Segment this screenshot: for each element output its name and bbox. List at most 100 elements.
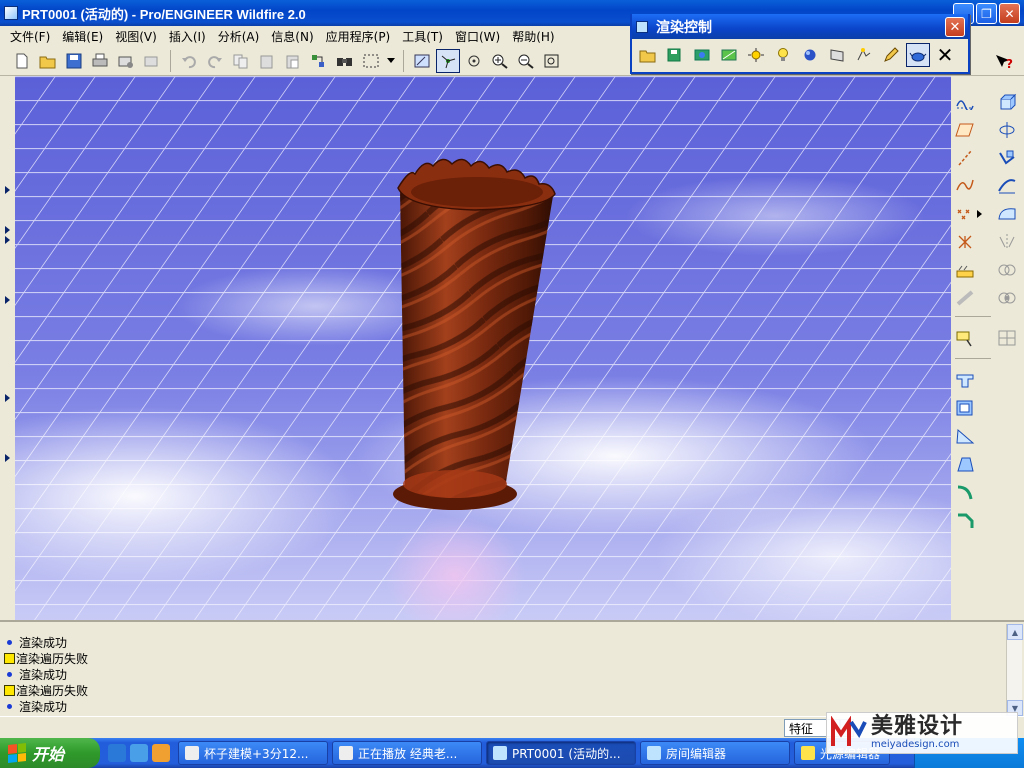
desktop-icon[interactable]	[130, 744, 148, 762]
chamfer-icon[interactable]	[953, 508, 977, 532]
undo-icon[interactable]	[177, 49, 201, 73]
restore-button[interactable]: ❐	[976, 3, 997, 24]
pencil-icon[interactable]	[879, 43, 903, 67]
render-teapot-icon[interactable]	[906, 43, 930, 67]
datum-point-icon[interactable]	[953, 202, 977, 226]
model-viewport[interactable]	[15, 76, 951, 620]
send-link-icon[interactable]	[140, 49, 164, 73]
spin-center-icon[interactable]	[436, 48, 460, 73]
message-row: 渲染成功	[4, 634, 88, 650]
window-icon	[636, 20, 648, 33]
decal-icon[interactable]	[825, 43, 849, 67]
bulb-icon[interactable]	[771, 43, 795, 67]
media-icon[interactable]	[152, 744, 170, 762]
redo-icon[interactable]	[203, 49, 227, 73]
taskbar-item[interactable]: 正在播放 经典老...	[332, 741, 482, 765]
right-feature-toolbar	[951, 76, 1024, 620]
toolbar-separator	[170, 49, 171, 72]
coordinate-system-icon[interactable]	[953, 230, 977, 254]
menu-insert[interactable]: 插入(I)	[163, 28, 212, 45]
message-row: 渲染成功	[4, 666, 88, 682]
intersect-icon[interactable]	[995, 286, 1019, 310]
render-control-window: 渲染控制 ✕ ✕	[630, 14, 970, 74]
save-scene-icon[interactable]	[663, 43, 687, 67]
copy-icon[interactable]	[229, 49, 253, 73]
message-row: 渲染成功	[4, 698, 88, 714]
save-icon[interactable]	[62, 49, 86, 73]
round-icon[interactable]	[953, 480, 977, 504]
quick-launch	[108, 744, 170, 762]
menu-info[interactable]: 信息(N)	[265, 28, 319, 45]
context-help-icon[interactable]: ?	[992, 50, 1016, 74]
select-box-icon[interactable]	[359, 49, 383, 73]
annotation-icon[interactable]	[953, 326, 977, 350]
revolve-icon[interactable]	[995, 118, 1019, 142]
sketch-curve-icon[interactable]	[953, 90, 977, 114]
windows-logo-icon	[8, 743, 26, 763]
extrude-icon[interactable]	[995, 90, 1019, 114]
sweep-icon[interactable]	[995, 146, 1019, 170]
trim-icon[interactable]	[953, 286, 977, 310]
refit-icon[interactable]	[540, 49, 564, 73]
menu-analysis[interactable]: 分析(A)	[212, 28, 266, 45]
mirror-icon[interactable]	[995, 230, 1019, 254]
brand-name: 美雅设计	[871, 714, 964, 739]
analysis-feature-icon[interactable]	[953, 258, 977, 282]
menu-view[interactable]: 视图(V)	[109, 28, 163, 45]
open-folder-icon[interactable]	[36, 49, 60, 73]
orient-mode-icon[interactable]	[462, 49, 486, 73]
light-editor-icon[interactable]	[744, 43, 768, 67]
datum-axis-icon[interactable]	[953, 146, 977, 170]
appearance-icon[interactable]	[717, 43, 741, 67]
rib-icon[interactable]	[953, 424, 977, 448]
datum-curve-icon[interactable]	[953, 174, 977, 198]
draft-icon[interactable]	[953, 452, 977, 476]
new-file-icon[interactable]	[10, 49, 34, 73]
sphere-icon[interactable]	[798, 43, 822, 67]
message-row: 渲染遍历失败	[4, 682, 88, 698]
chevron-down-icon[interactable]	[385, 49, 397, 73]
menu-applications[interactable]: 应用程序(P)	[320, 28, 397, 45]
close-button[interactable]: ✕	[999, 3, 1020, 24]
menu-tools[interactable]: 工具(T)	[396, 28, 449, 45]
menu-help[interactable]: 帮助(H)	[506, 28, 560, 45]
info-bullet-icon	[7, 639, 12, 645]
effects-icon[interactable]	[852, 43, 876, 67]
scroll-up-icon[interactable]: ▲	[1007, 624, 1023, 640]
shell-icon[interactable]	[953, 396, 977, 420]
taskbar-item[interactable]: 杯子建模+3分12...	[178, 741, 328, 765]
render-close-button[interactable]: ✕	[945, 17, 965, 37]
paste-icon[interactable]	[255, 49, 279, 73]
ie-icon[interactable]	[108, 744, 126, 762]
zoom-out-icon[interactable]	[514, 49, 538, 73]
datum-plane-icon[interactable]	[953, 118, 977, 142]
pattern-icon[interactable]	[995, 326, 1019, 350]
regenerate-icon[interactable]	[307, 49, 331, 73]
render-control-titlebar[interactable]: 渲染控制	[632, 14, 968, 39]
menu-window[interactable]: 窗口(W)	[449, 28, 506, 45]
blend-icon[interactable]	[995, 174, 1019, 198]
taskbar-item[interactable]: PRT0001 (活动的...	[486, 741, 636, 765]
room-editor-icon[interactable]	[690, 43, 714, 67]
start-button[interactable]: 开始	[0, 738, 100, 768]
message-scrollbar[interactable]: ▲ ▼	[1006, 624, 1023, 716]
taskbar-item[interactable]: 房间编辑器	[640, 741, 790, 765]
room-editor-icon	[647, 746, 661, 760]
menu-edit[interactable]: 编辑(E)	[56, 28, 109, 45]
repaint-icon[interactable]	[410, 49, 434, 73]
svg-text:?: ?	[1006, 57, 1013, 71]
hole-icon[interactable]	[953, 368, 977, 392]
chevron-right-icon[interactable]	[975, 202, 985, 226]
merge-icon[interactable]	[995, 258, 1019, 282]
paste-special-icon[interactable]	[281, 49, 305, 73]
zoom-in-icon[interactable]	[488, 49, 512, 73]
boundary-blend-icon[interactable]	[995, 202, 1019, 226]
print-icon[interactable]	[88, 49, 112, 73]
bulb-icon	[801, 746, 815, 760]
toolbar-separator	[955, 358, 991, 359]
send-mail-icon[interactable]	[114, 49, 138, 73]
close-render-icon[interactable]: ✕	[933, 43, 957, 67]
open-folder-icon[interactable]	[636, 43, 660, 67]
menu-file[interactable]: 文件(F)	[4, 28, 56, 45]
find-icon[interactable]	[333, 49, 357, 73]
